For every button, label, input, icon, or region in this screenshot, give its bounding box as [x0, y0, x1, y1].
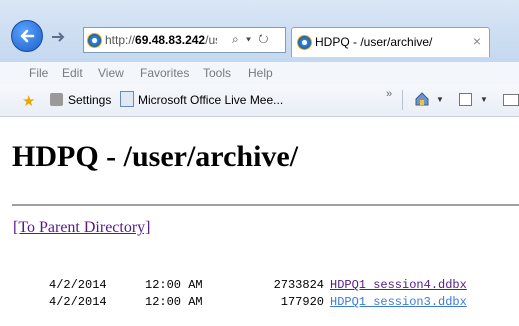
favorite-settings[interactable]: Settings	[68, 93, 111, 107]
tab-ie-icon	[297, 35, 312, 50]
settings-icon	[50, 93, 63, 106]
back-button[interactable]	[11, 20, 43, 52]
forward-button[interactable]	[48, 27, 68, 47]
list-item: 4/2/2014 12:00 AM 2733824 HDPQ1 session4…	[0, 278, 519, 294]
page-title: HDPQ - /user/archive/	[12, 140, 299, 173]
menu-bar: File Edit View Favorites Tools Help	[0, 62, 519, 85]
favorites-overflow-icon[interactable]: »	[386, 88, 392, 100]
page-icon	[120, 91, 134, 107]
file-date: 4/2/2014	[49, 295, 107, 309]
file-time: 12:00 AM	[145, 278, 203, 292]
address-search-refresh-icons[interactable]: ⌕ ▾ ↻	[232, 32, 271, 47]
favorites-star-icon[interactable]: ★	[22, 92, 35, 110]
divider	[12, 204, 519, 206]
feeds-icon[interactable]	[459, 93, 472, 106]
menu-file[interactable]: File	[29, 66, 48, 80]
file-date: 4/2/2014	[49, 278, 107, 292]
file-link[interactable]: HDPQ1 session4.ddbx	[330, 278, 467, 292]
home-dropdown-icon[interactable]: ▼	[436, 95, 444, 104]
tab-close-icon[interactable]: ×	[473, 33, 481, 49]
menu-edit[interactable]: Edit	[62, 66, 83, 80]
tab-active[interactable]: HDPQ - /user/archive/ ×	[291, 27, 490, 57]
address-bar[interactable]: http://69.48.83.242/user ⌕ ▾ ↻	[83, 27, 286, 53]
file-size: 177920	[280, 295, 324, 309]
favorite-office-live[interactable]: Microsoft Office Live Mee...	[138, 93, 283, 107]
menu-help[interactable]: Help	[248, 66, 273, 80]
mail-icon[interactable]	[503, 94, 519, 106]
list-item: 4/2/2014 12:00 AM 177920 HDPQ1 session3.…	[0, 295, 519, 311]
parent-directory-link[interactable]: [To Parent Directory]	[13, 219, 151, 237]
file-time: 12:00 AM	[145, 295, 203, 309]
file-size: 2733824	[273, 278, 324, 292]
menu-tools[interactable]: Tools	[203, 66, 231, 80]
file-link[interactable]: HDPQ1 session3.ddbx	[330, 295, 467, 309]
toolbar-divider	[402, 90, 403, 110]
browser-titlebar: http://69.48.83.242/user ⌕ ▾ ↻ HDPQ - /u…	[0, 0, 519, 62]
home-icon[interactable]	[414, 91, 430, 107]
menu-favorites[interactable]: Favorites	[140, 66, 189, 80]
ie-page-icon	[87, 33, 102, 48]
back-arrow-icon	[20, 29, 35, 43]
feeds-dropdown-icon[interactable]: ▼	[480, 95, 488, 104]
menu-view[interactable]: View	[98, 66, 124, 80]
favorites-bar: ★ Settings Microsoft Office Live Mee... …	[0, 84, 519, 117]
address-text[interactable]: http://69.48.83.242/user	[105, 33, 217, 47]
tab-title: HDPQ - /user/archive/	[315, 35, 433, 49]
